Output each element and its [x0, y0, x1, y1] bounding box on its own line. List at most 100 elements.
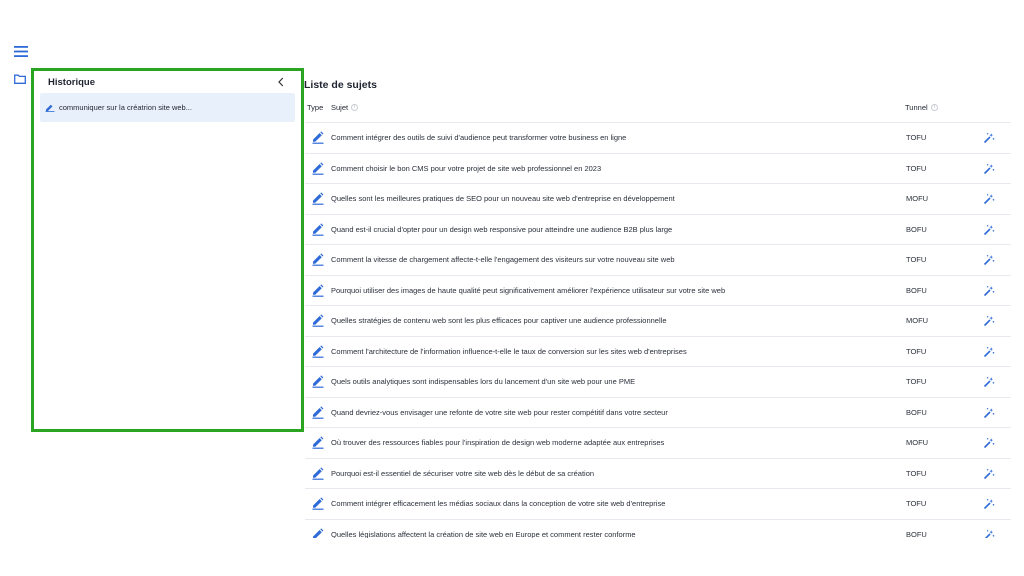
magic-wand-icon — [983, 224, 995, 235]
info-icon[interactable]: i — [930, 103, 938, 111]
table-row[interactable]: Quelles législations affectent la créati… — [305, 520, 1011, 539]
magic-wand-icon — [983, 468, 995, 479]
row-funnel: BOFU — [906, 224, 927, 234]
table-row[interactable]: Comment l'architecture de l'information … — [305, 337, 1011, 367]
generate-button[interactable] — [981, 130, 997, 146]
magic-wand-icon — [983, 499, 995, 510]
table-row[interactable]: Pourquoi est-il essentiel de sécuriser v… — [305, 459, 1011, 489]
magic-wand-icon — [983, 194, 995, 205]
edit-icon[interactable] — [311, 527, 325, 539]
generate-button[interactable] — [981, 527, 997, 538]
table-row[interactable]: Comment intégrer des outils de suivi d'a… — [305, 123, 1011, 154]
edit-icon[interactable] — [311, 435, 325, 449]
table-row[interactable]: Quand est-il crucial d'opter pour un des… — [305, 215, 1011, 245]
row-funnel: MOFU — [906, 316, 929, 326]
edit-icon[interactable] — [311, 252, 325, 266]
table-row[interactable]: Quelles sont les meilleures pratiques de… — [305, 184, 1011, 215]
magic-wand-icon — [983, 316, 995, 327]
magic-wand-icon — [983, 377, 995, 388]
generate-button[interactable] — [981, 374, 997, 390]
edit-icon[interactable] — [311, 344, 325, 358]
generate-button[interactable] — [981, 161, 997, 177]
folder-icon — [14, 74, 26, 84]
edit-icon[interactable] — [311, 405, 325, 419]
table-row[interactable]: Comment la vitesse de chargement affecte… — [305, 245, 1011, 276]
row-subject: Pourquoi est-il essentiel de sécuriser v… — [331, 468, 595, 478]
table-row[interactable]: Comment intégrer efficacement les médias… — [305, 489, 1011, 520]
table-row[interactable]: Où trouver des ressources fiables pour l… — [305, 428, 1011, 459]
row-subject: Comment l'architecture de l'information … — [331, 346, 687, 356]
folder-button[interactable] — [8, 68, 32, 90]
collapse-history-button[interactable] — [273, 74, 289, 90]
magic-wand-icon — [983, 407, 995, 418]
magic-wand-icon — [983, 255, 995, 266]
row-subject: Où trouver des ressources fiables pour l… — [331, 438, 665, 448]
row-subject: Comment la vitesse de chargement affecte… — [331, 255, 675, 265]
row-funnel: TOFU — [906, 377, 927, 387]
magic-wand-icon — [983, 163, 995, 174]
column-header-funnel[interactable]: Tunnel i — [905, 101, 938, 113]
edit-icon[interactable] — [311, 283, 325, 297]
generate-button[interactable] — [981, 496, 997, 512]
generate-button[interactable] — [981, 435, 997, 451]
history-panel: Historique communiquer sur la créatrion … — [31, 68, 304, 432]
menu-button[interactable] — [9, 40, 33, 62]
edit-icon[interactable] — [311, 191, 325, 205]
generate-button[interactable] — [981, 466, 997, 482]
pencil-icon — [45, 104, 55, 112]
row-subject: Comment intégrer efficacement les médias… — [331, 499, 666, 509]
history-header: Historique — [34, 72, 301, 92]
table-row[interactable]: Quelles stratégies de contenu web sont l… — [305, 306, 1011, 337]
edit-icon[interactable] — [311, 466, 325, 480]
generate-button[interactable] — [981, 252, 997, 268]
row-subject: Comment choisir le bon CMS pour votre pr… — [331, 163, 602, 173]
edit-icon[interactable] — [311, 161, 325, 175]
row-funnel: BOFU — [906, 407, 927, 417]
magic-wand-icon — [983, 133, 995, 144]
table-row[interactable]: Quand devriez-vous envisager une refonte… — [305, 398, 1011, 428]
table-row[interactable]: Pourquoi utiliser des images de haute qu… — [305, 276, 1011, 306]
topics-panel: Liste de sujets Type Sujet i Tunnel i Co… — [304, 68, 1016, 538]
edit-icon[interactable] — [311, 130, 325, 144]
generate-button[interactable] — [981, 191, 997, 207]
table-row[interactable]: Quels outils analytiques sont indispensa… — [305, 367, 1011, 398]
magic-wand-icon — [983, 346, 995, 357]
hamburger-icon — [14, 45, 28, 57]
column-header-subject[interactable]: Sujet i — [331, 101, 359, 113]
edit-icon[interactable] — [311, 222, 325, 236]
row-funnel: TOFU — [906, 499, 927, 509]
row-subject: Quelles sont les meilleures pratiques de… — [331, 194, 675, 204]
row-funnel: TOFU — [906, 346, 927, 356]
magic-wand-icon — [983, 438, 995, 449]
history-item[interactable]: communiquer sur la créatrion site web... — [40, 93, 295, 122]
column-header-type: Type — [307, 102, 324, 112]
row-funnel: MOFU — [906, 194, 929, 204]
edit-icon[interactable] — [311, 374, 325, 388]
generate-button[interactable] — [981, 405, 997, 421]
row-subject: Quand est-il crucial d'opter pour un des… — [331, 224, 673, 234]
history-title: Historique — [48, 76, 95, 88]
edit-icon[interactable] — [311, 313, 325, 327]
row-funnel: TOFU — [906, 468, 927, 478]
row-funnel: MOFU — [906, 438, 929, 448]
generate-button[interactable] — [981, 222, 997, 238]
topics-table: Comment intégrer des outils de suivi d'a… — [305, 122, 1011, 538]
generate-button[interactable] — [981, 283, 997, 299]
row-funnel: BOFU — [906, 529, 927, 538]
row-funnel: TOFU — [906, 163, 927, 173]
app-window: Historique communiquer sur la créatrion … — [0, 0, 1024, 576]
generate-button[interactable] — [981, 313, 997, 329]
row-funnel: BOFU — [906, 285, 927, 295]
row-subject: Pourquoi utiliser des images de haute qu… — [331, 285, 726, 295]
row-funnel: TOFU — [906, 133, 927, 143]
row-funnel: TOFU — [906, 255, 927, 265]
row-subject: Quand devriez-vous envisager une refonte… — [331, 407, 668, 417]
page-title: Liste de sujets — [304, 79, 377, 91]
row-subject: Comment intégrer des outils de suivi d'a… — [331, 133, 627, 143]
edit-icon[interactable] — [311, 496, 325, 510]
magic-wand-icon — [983, 285, 995, 296]
history-item-label: communiquer sur la créatrion site web... — [59, 103, 192, 112]
table-row[interactable]: Comment choisir le bon CMS pour votre pr… — [305, 154, 1011, 184]
generate-button[interactable] — [981, 344, 997, 360]
info-icon[interactable]: i — [351, 103, 359, 111]
